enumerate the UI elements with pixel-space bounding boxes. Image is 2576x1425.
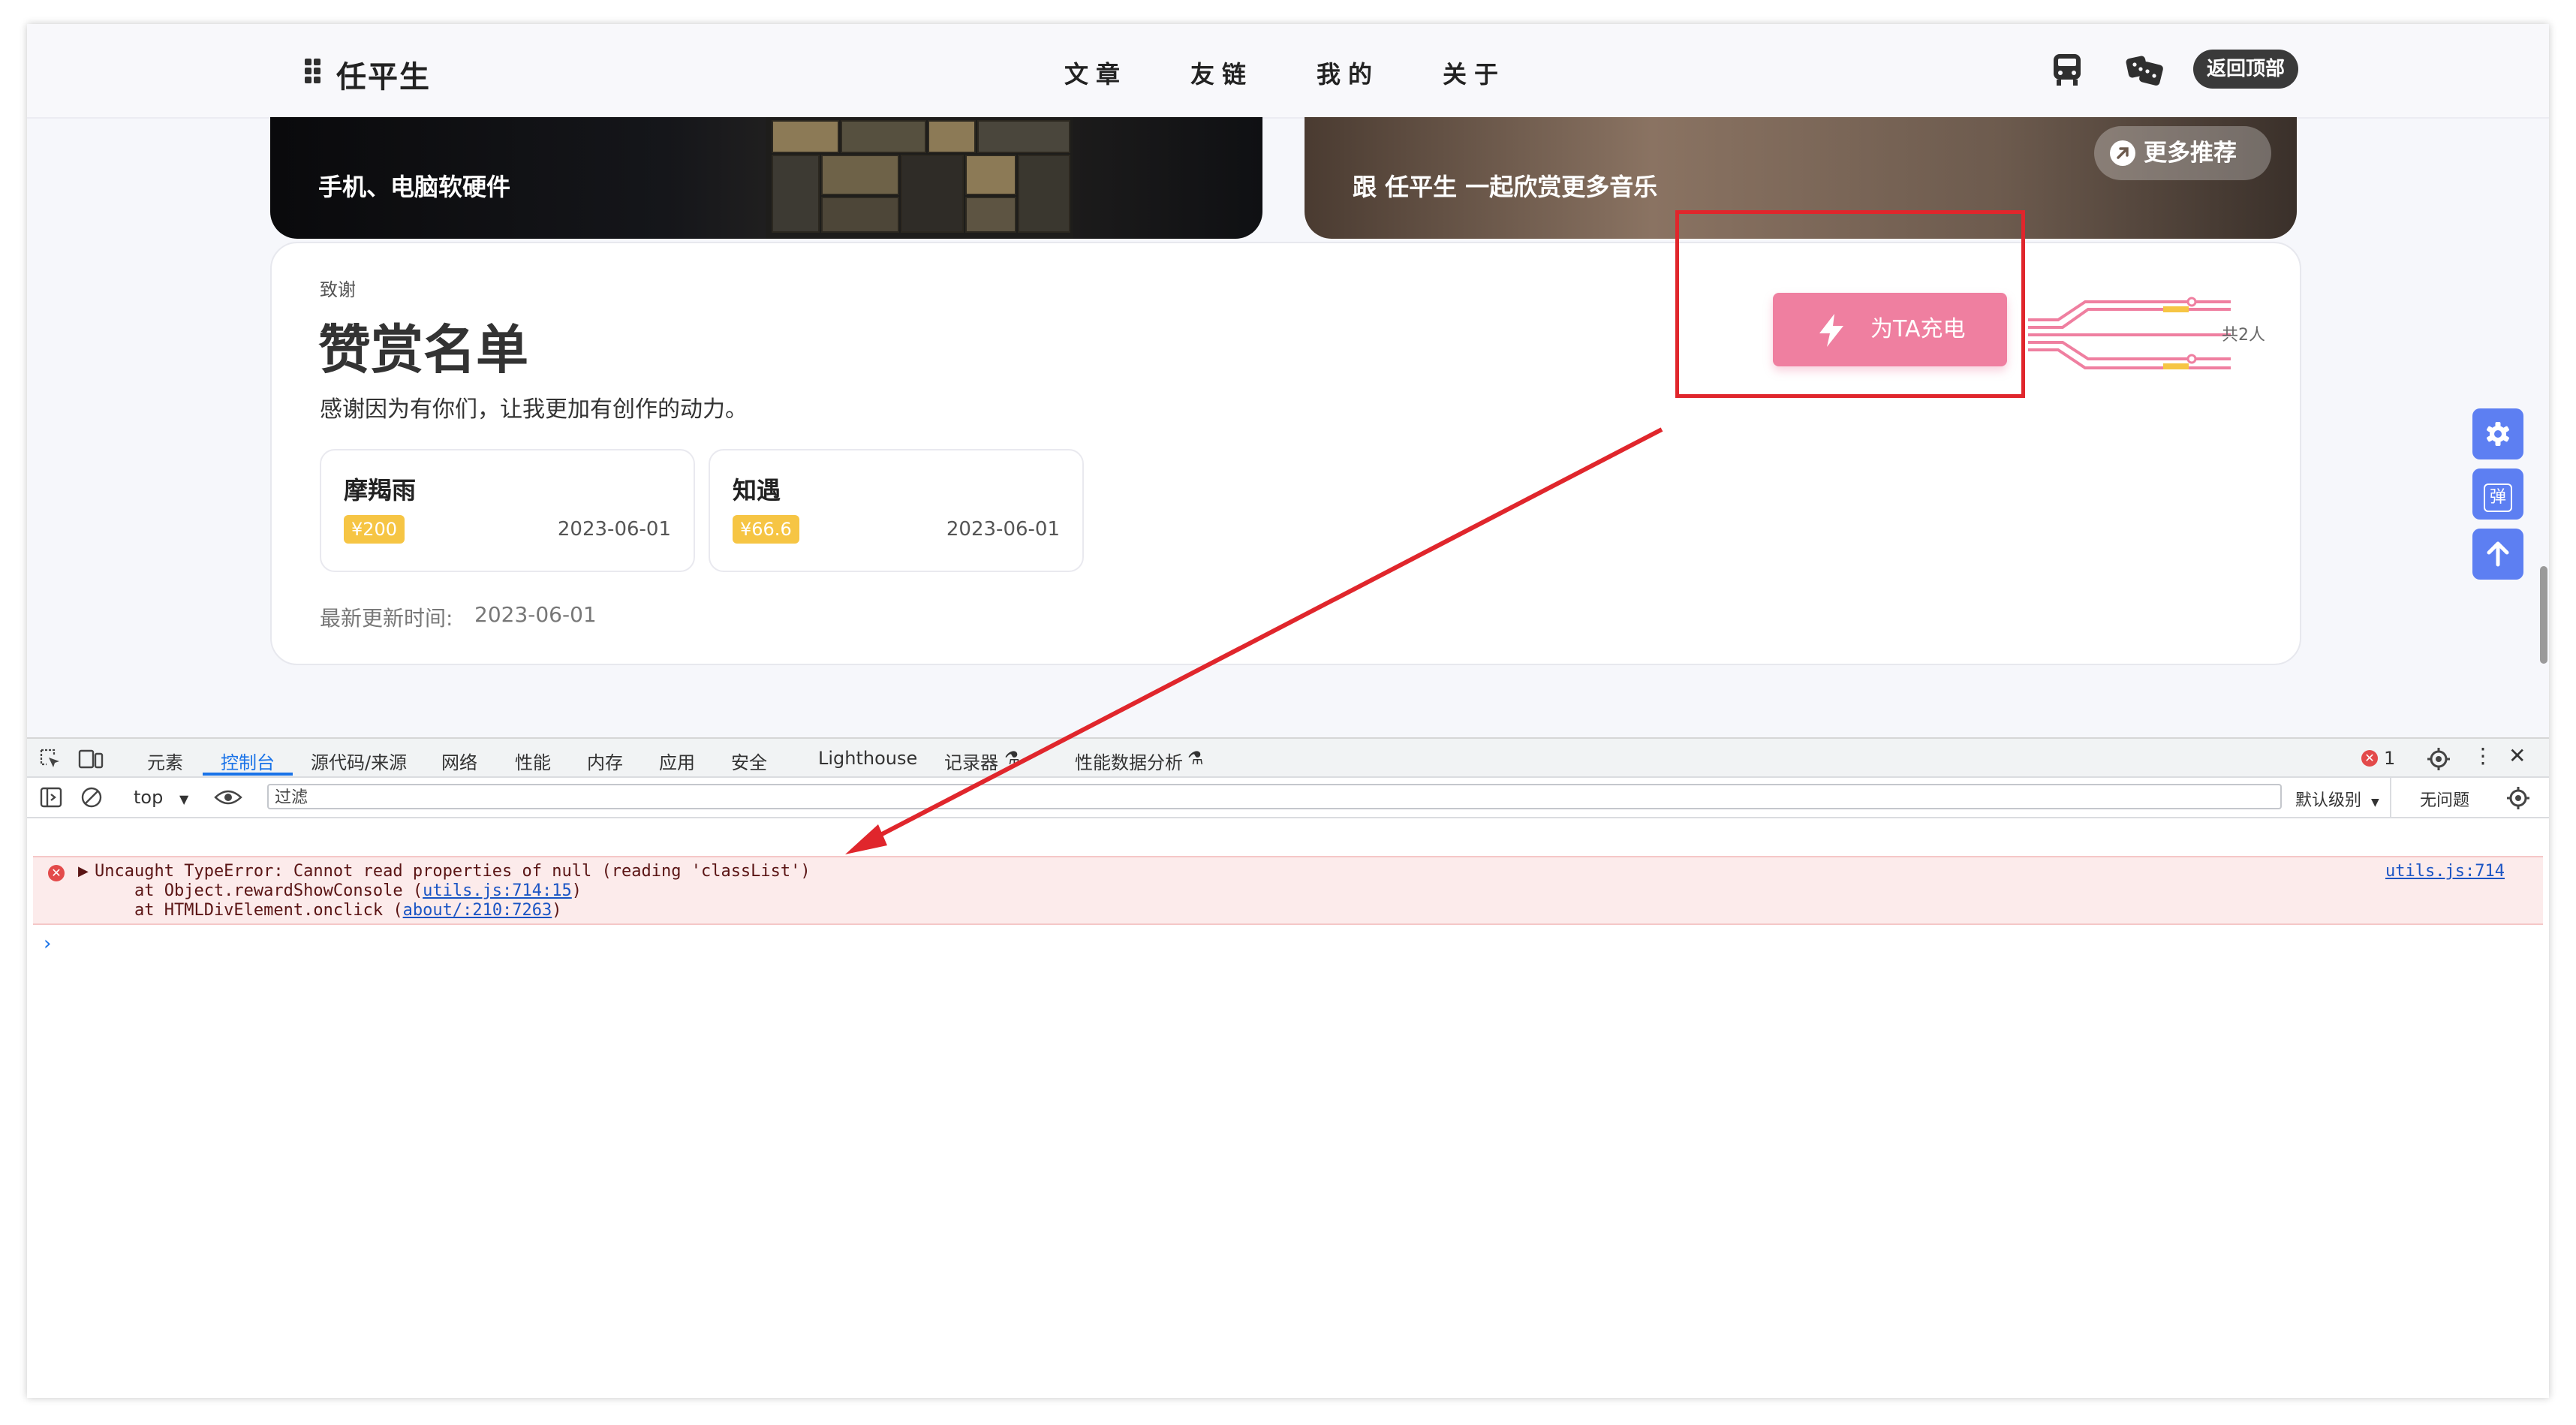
expand-triangle-icon[interactable]: ▶ bbox=[78, 863, 89, 879]
tab-memory[interactable]: 内存 bbox=[587, 748, 623, 774]
arrow-up-icon bbox=[2487, 541, 2509, 567]
error-line-2: at Object.rewardShowConsole (utils.js:71… bbox=[95, 881, 582, 900]
tab-network[interactable]: 网络 bbox=[441, 748, 477, 774]
back-to-top-button[interactable]: 返回顶部 bbox=[2193, 50, 2298, 89]
error-count[interactable]: 1 bbox=[2384, 748, 2395, 769]
filter-placeholder: 过滤 bbox=[275, 788, 308, 807]
log-level-select[interactable]: 默认级别 ▼ bbox=[2295, 787, 2379, 811]
settings-float-button[interactable] bbox=[2472, 408, 2523, 459]
tab-security[interactable]: 安全 bbox=[731, 748, 767, 774]
chevron-down-icon: ▼ bbox=[2371, 797, 2379, 809]
devtools-panel: 元素 控制台 源代码/来源 网络 性能 内存 应用 安全 Lighthouse … bbox=[27, 737, 2549, 1398]
tab-lighthouse[interactable]: Lighthouse bbox=[818, 748, 917, 769]
reward-description: 感谢因为有你们，让我更加有创作的动力。 bbox=[320, 396, 748, 423]
danmaku-float-button[interactable]: 弹 bbox=[2472, 468, 2523, 520]
console-settings-icon[interactable] bbox=[2505, 785, 2531, 811]
close-icon[interactable]: ✕ bbox=[2508, 743, 2526, 768]
train-icon[interactable] bbox=[2051, 53, 2084, 87]
banner-hardware-text: 手机、电脑软硬件 bbox=[318, 173, 511, 201]
donor-card: 摩羯雨 ¥200 2023-06-01 bbox=[320, 449, 695, 572]
more-recommend-label: 更多推荐 bbox=[2144, 140, 2237, 167]
log-level-value: 默认级别 bbox=[2295, 791, 2362, 810]
context-value: top bbox=[134, 787, 164, 808]
context-select[interactable]: top ▼ bbox=[134, 787, 188, 808]
error-count-icon[interactable]: ✕ bbox=[2361, 750, 2378, 767]
donor-card: 知遇 ¥66.6 2023-06-01 bbox=[709, 449, 1084, 572]
error-source-link[interactable]: utils.js:714 bbox=[2385, 862, 2505, 881]
sidebar-toggle-icon[interactable] bbox=[39, 785, 63, 809]
donor-date: 2023-06-01 bbox=[557, 518, 671, 541]
donor-amount-badge: ¥66.6 bbox=[733, 515, 799, 544]
nav-link-articles[interactable]: 文章 bbox=[1064, 56, 1127, 90]
device-toolbar-icon[interactable] bbox=[78, 748, 104, 770]
donor-name: 知遇 bbox=[733, 476, 781, 505]
stack-link[interactable]: utils.js:714:15 bbox=[423, 881, 572, 900]
gear-icon bbox=[2487, 422, 2509, 446]
devtools-tab-bar: 元素 控制台 源代码/来源 网络 性能 内存 应用 安全 Lighthouse … bbox=[27, 739, 2549, 778]
console-prompt[interactable]: › bbox=[44, 932, 51, 955]
nav-link-friends[interactable]: 友链 bbox=[1190, 56, 1253, 90]
devtools-settings-icon[interactable] bbox=[2426, 746, 2451, 772]
banner-hardware[interactable]: 手机、电脑软硬件 bbox=[270, 117, 1262, 239]
danmaku-icon: 弹 bbox=[2484, 484, 2512, 512]
scroll-top-float-button[interactable] bbox=[2472, 529, 2523, 580]
donor-amount-badge: ¥200 bbox=[344, 515, 405, 544]
updated-label: 最新更新时间: bbox=[320, 606, 453, 631]
flask-icon: ⚗ bbox=[1187, 748, 1204, 769]
nav-link-about[interactable]: 关于 bbox=[1443, 56, 1506, 90]
tab-recorder[interactable]: 记录器 bbox=[944, 748, 998, 774]
tab-console[interactable]: 控制台 bbox=[221, 748, 275, 774]
issues-button[interactable]: 无问题 bbox=[2420, 787, 2469, 811]
more-options-icon[interactable]: ⋮ bbox=[2472, 743, 2493, 768]
tab-elements[interactable]: 元素 bbox=[147, 748, 183, 774]
grid-menu-icon[interactable] bbox=[305, 59, 327, 84]
inspect-element-icon[interactable] bbox=[39, 748, 62, 770]
filter-input[interactable]: 过滤 bbox=[267, 784, 2282, 809]
more-recommend-button[interactable]: 更多推荐 bbox=[2094, 126, 2271, 180]
page-scrollbar[interactable] bbox=[2540, 566, 2547, 664]
annotation-highlight-box bbox=[1675, 210, 2025, 398]
arrow-up-right-icon bbox=[2110, 140, 2135, 166]
supporter-count: 共2人 bbox=[2222, 326, 2265, 345]
toolbar-divider bbox=[2390, 778, 2391, 817]
top-nav: 任平生 文章 友链 我的 关于 返回顶部 bbox=[27, 24, 2549, 119]
donor-date: 2023-06-01 bbox=[946, 518, 1060, 541]
reward-tag: 致谢 bbox=[320, 279, 356, 300]
tab-application[interactable]: 应用 bbox=[659, 748, 695, 774]
eye-icon[interactable] bbox=[213, 787, 243, 808]
circuit-lines-decoration bbox=[2028, 297, 2231, 369]
error-line-3: at HTMLDivElement.onclick (about/:210:72… bbox=[95, 901, 562, 920]
tab-performance[interactable]: 性能 bbox=[515, 748, 551, 774]
banner-tile-art bbox=[766, 117, 1073, 239]
error-line-3-text: at HTMLDivElement.onclick ( bbox=[95, 901, 403, 920]
flask-icon: ⚗ bbox=[1004, 748, 1021, 769]
nav-link-mine[interactable]: 我的 bbox=[1317, 56, 1380, 90]
tab-performance-insights[interactable]: 性能数据分析 bbox=[1075, 748, 1183, 774]
donor-name: 摩羯雨 bbox=[344, 476, 417, 505]
console-toolbar: top ▼ 过滤 默认级别 ▼ 无问题 bbox=[27, 778, 2549, 818]
chevron-down-icon: ▼ bbox=[179, 792, 189, 806]
dice-icon[interactable] bbox=[2124, 53, 2165, 87]
reward-title: 赞赏名单 bbox=[318, 319, 528, 381]
updated-value: 2023-06-01 bbox=[474, 602, 597, 627]
console-error-message[interactable]: ✕ ▶ Uncaught TypeError: Cannot read prop… bbox=[33, 856, 2543, 925]
browser-window: 任平生 文章 友链 我的 关于 返回顶部 手机、电脑软硬件 跟 任平生 一起欣赏… bbox=[27, 24, 2549, 1398]
error-line-2-text: at Object.rewardShowConsole ( bbox=[95, 881, 423, 900]
error-icon: ✕ bbox=[48, 865, 65, 881]
clear-console-icon[interactable] bbox=[80, 785, 104, 809]
banner-music-text: 跟 任平生 一起欣赏更多音乐 bbox=[1353, 173, 1658, 201]
site-name[interactable]: 任平生 bbox=[336, 53, 431, 96]
tab-sources[interactable]: 源代码/来源 bbox=[311, 748, 407, 774]
active-tab-indicator bbox=[203, 773, 293, 776]
error-line-1: Uncaught TypeError: Cannot read properti… bbox=[95, 862, 811, 881]
stack-link[interactable]: about/:210:7263 bbox=[403, 901, 552, 920]
